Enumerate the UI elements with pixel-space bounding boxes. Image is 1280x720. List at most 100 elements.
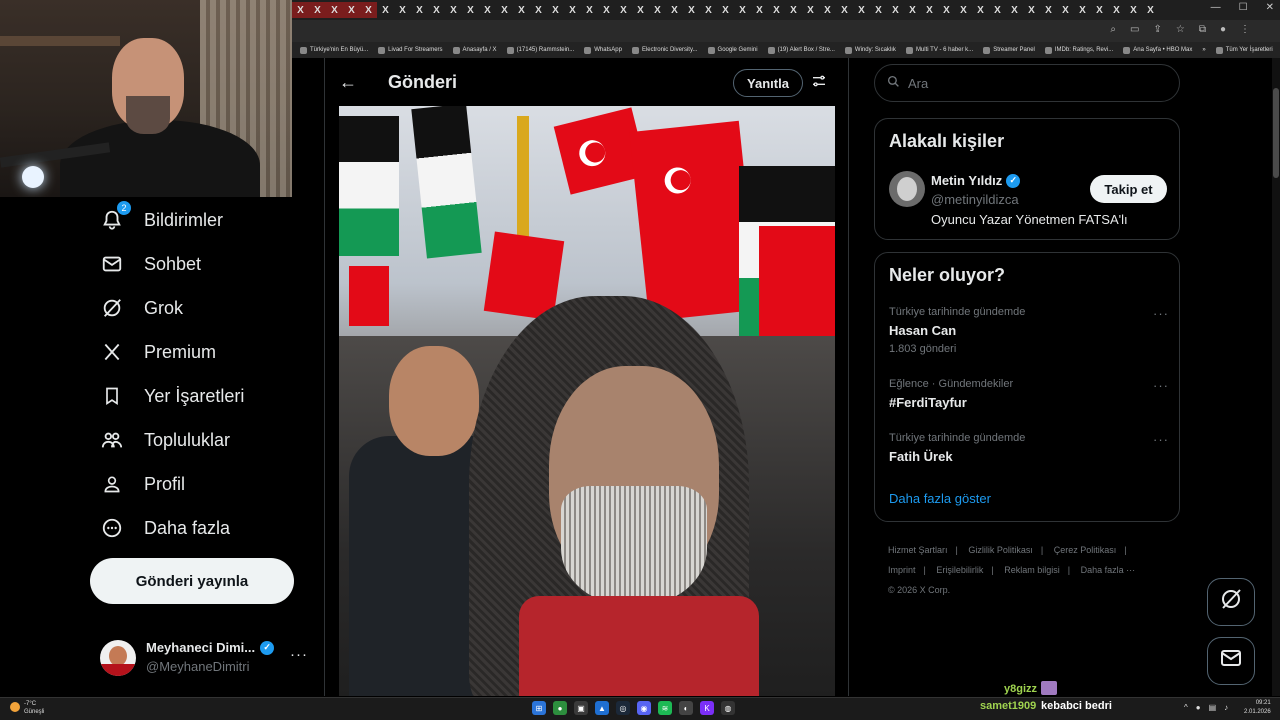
browser-tab[interactable]: X <box>615 2 632 18</box>
page-scrollbar[interactable] <box>1272 58 1280 696</box>
post-button[interactable]: Gönderi yayınla <box>90 558 294 604</box>
footer-link-cookies[interactable]: Çerez Politikası <box>1054 545 1117 555</box>
browser-tab[interactable]: X <box>292 2 309 18</box>
bookmark-item[interactable]: Google Gemini <box>707 46 758 54</box>
browser-tab[interactable]: X <box>326 2 343 18</box>
obs-icon[interactable]: ◍ <box>721 701 735 715</box>
follow-button[interactable]: Takip et <box>1090 175 1167 203</box>
windows-start-icon[interactable]: ⊞ <box>532 701 546 715</box>
show-more-link[interactable]: Daha fazla göster <box>889 491 991 506</box>
footer-link-accessibility[interactable]: Erişilebilirlik <box>936 565 983 575</box>
browser-tab[interactable]: X <box>547 2 564 18</box>
browser-tab[interactable]: X <box>700 2 717 18</box>
bookmark-item[interactable]: WhatsApp <box>584 46 622 54</box>
bookmark-item[interactable]: IMDb: Ratings, Revi... <box>1044 46 1113 54</box>
browser-tab[interactable]: X <box>581 2 598 18</box>
maximize-icon[interactable]: ☐ <box>1239 2 1248 13</box>
trend-more-icon[interactable]: ··· <box>1153 432 1169 447</box>
browser-tab[interactable]: X <box>683 2 700 18</box>
scrollbar-thumb[interactable] <box>1273 88 1279 178</box>
trend-more-icon[interactable]: ··· <box>1153 306 1169 321</box>
nav-item-more[interactable]: Daha fazla <box>100 513 230 543</box>
browser-tab[interactable]: X <box>309 2 326 18</box>
footer-link-terms[interactable]: Hizmet Şartları <box>888 545 948 555</box>
browser-tab[interactable]: X <box>411 2 428 18</box>
app-icon[interactable]: ◐ <box>679 701 693 715</box>
browser-tab[interactable]: X <box>513 2 530 18</box>
steam-icon[interactable]: ◎ <box>616 701 630 715</box>
footer-link-imprint[interactable]: Imprint <box>888 565 916 575</box>
nav-item-notifications[interactable]: 2 Bildirimler <box>100 201 223 235</box>
footer-link-ads-info[interactable]: Reklam bilgisi <box>1004 565 1060 575</box>
footer-link-more[interactable]: Daha fazla ··· <box>1081 565 1136 575</box>
star-icon[interactable]: ☆ <box>1176 24 1185 35</box>
browser-tab[interactable]: X <box>870 2 887 18</box>
browser-tab[interactable]: X <box>1006 2 1023 18</box>
browser-tab[interactable]: X <box>377 2 394 18</box>
browser-tab[interactable]: X <box>360 2 377 18</box>
reply-button[interactable]: Yanıtla <box>733 69 803 97</box>
related-name[interactable]: Metin Yıldız <box>931 173 1002 188</box>
browser-tab[interactable]: X <box>649 2 666 18</box>
nav-item-grok[interactable]: Grok <box>100 293 183 323</box>
browser-tab[interactable]: X <box>768 2 785 18</box>
browser-tab[interactable]: X <box>564 2 581 18</box>
nav-item-chat[interactable]: Sohbet <box>100 249 201 279</box>
browser-tab[interactable]: X <box>751 2 768 18</box>
reply-settings-icon[interactable] <box>811 73 827 94</box>
discord-icon[interactable]: ◉ <box>637 701 651 715</box>
browser-tab[interactable]: X <box>836 2 853 18</box>
related-name-row[interactable]: Metin Yıldız ✓ <box>931 173 1021 188</box>
trend-item[interactable]: Eğlence · Gündemdekiler #FerdiTayfur ··· <box>889 378 1169 410</box>
bookmark-item[interactable]: Multi TV - 6 haber k... <box>905 46 973 54</box>
browser-tab[interactable]: X <box>1142 2 1159 18</box>
browser-tab[interactable]: X <box>496 2 513 18</box>
trend-item[interactable]: Türkiye tarihinde gündemde Hasan Can 1.8… <box>889 306 1169 355</box>
browser-tab[interactable]: X <box>785 2 802 18</box>
grok-fab-button[interactable] <box>1207 578 1255 626</box>
browser-tab[interactable]: X <box>819 2 836 18</box>
bookmark-item[interactable]: Electronic Diversity... <box>631 46 698 54</box>
browser-tab[interactable]: X <box>1091 2 1108 18</box>
browser-tab[interactable]: X <box>394 2 411 18</box>
browser-tab[interactable]: X <box>479 2 496 18</box>
system-clock[interactable]: 09:21 2.01.2026 <box>1244 699 1271 717</box>
browser-tab[interactable]: X <box>1057 2 1074 18</box>
nav-item-premium[interactable]: Premium <box>100 337 216 367</box>
bookmark-item[interactable]: (19) Alert Box / Stre... <box>767 46 835 54</box>
browser-tab[interactable]: X <box>1125 2 1142 18</box>
bookmark-item[interactable]: Windy: Sıcaklık <box>844 46 896 54</box>
extensions-icon[interactable]: ⧉ <box>1199 24 1206 35</box>
volume-icon[interactable]: ♪ <box>1224 703 1228 712</box>
bookmark-item[interactable]: Tüm Yer İşaretleri <box>1215 46 1273 54</box>
spotify-icon[interactable]: ≋ <box>658 701 672 715</box>
browser-tab[interactable]: X <box>462 2 479 18</box>
trend-more-icon[interactable]: ··· <box>1153 378 1169 393</box>
browser-tab[interactable]: X <box>632 2 649 18</box>
bookmark-item[interactable]: (17145) Rammstein... <box>506 46 574 54</box>
browser-tab[interactable]: X <box>921 2 938 18</box>
post-photo[interactable] <box>339 106 835 696</box>
share-icon[interactable]: ⇪ <box>1153 24 1161 35</box>
browser-tab[interactable]: X <box>598 2 615 18</box>
back-arrow-icon[interactable]: ← <box>339 72 357 93</box>
browser-tab[interactable]: X <box>887 2 904 18</box>
search-input[interactable] <box>908 75 1158 91</box>
zoom-icon[interactable]: ⌕ <box>1110 24 1116 35</box>
messages-fab-button[interactable] <box>1207 637 1255 685</box>
footer-link-privacy[interactable]: Gizlilik Politikası <box>968 545 1033 555</box>
chrome-icon[interactable]: ● <box>553 701 567 715</box>
browser-tab[interactable]: X <box>717 2 734 18</box>
browser-tab[interactable]: X <box>530 2 547 18</box>
nav-item-bookmarks[interactable]: Yer İşaretleri <box>100 381 244 411</box>
browser-tab[interactable]: X <box>904 2 921 18</box>
related-avatar[interactable] <box>889 171 925 207</box>
menu-icon[interactable]: ⋮ <box>1240 24 1250 35</box>
network-icon[interactable]: ▤ <box>1209 703 1217 712</box>
browser-tab[interactable]: X <box>734 2 751 18</box>
browser-tab[interactable]: X <box>1040 2 1057 18</box>
browser-tab[interactable]: X <box>1074 2 1091 18</box>
bookmark-item[interactable]: Livad For Streamers <box>378 46 443 54</box>
search-box[interactable] <box>874 64 1180 102</box>
app-icon[interactable]: ▲ <box>595 701 609 715</box>
